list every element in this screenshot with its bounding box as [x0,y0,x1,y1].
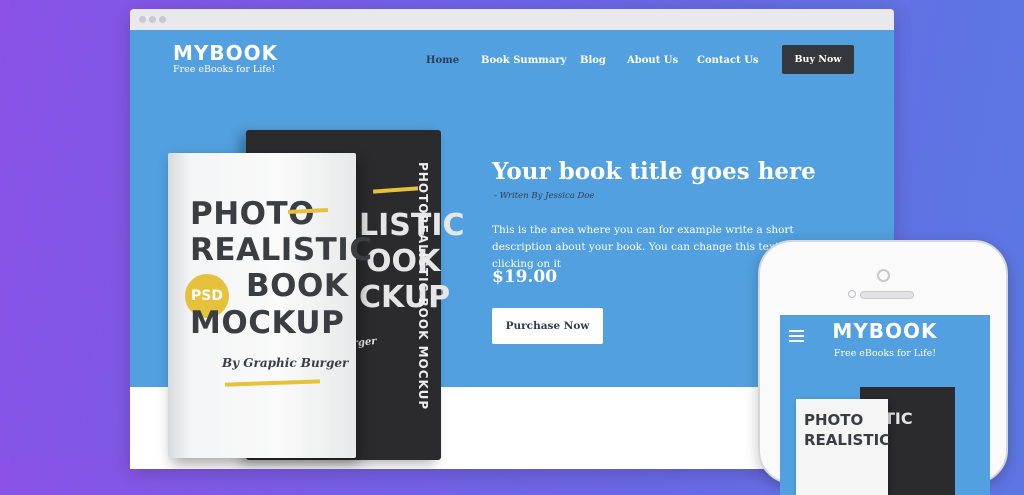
cover-line-book: BOOK [246,268,349,304]
cover-line-photo: PHOTO [190,196,316,232]
hero-author: - Writen By Jessica Doe [494,191,595,201]
purchase-now-button[interactable]: Purchase Now [492,308,603,344]
phone-brand-name[interactable]: MYBOOK [780,319,990,343]
browser-titlebar [130,9,894,30]
brand-name: MYBOOK [173,41,279,65]
speaker-icon [860,291,914,299]
phone-back-cover-text: TIC [884,409,913,428]
phone-cover-line: REALISTIC [804,431,891,449]
nav-about-us[interactable]: About Us [627,55,678,66]
hero-title: Your book title goes here [492,158,816,185]
hero-price: $19.00 [492,267,558,287]
phone-screen: MYBOOK Free eBooks for Life! TIC PHOTO R… [780,315,990,495]
brand-logo[interactable]: MYBOOK Free eBooks for Life! [173,41,278,75]
nav-book-summary[interactable]: Book Summary [481,55,566,66]
phone-cover-line: PHOTO [804,411,864,429]
nav-home[interactable]: Home [426,55,459,66]
phone-mockup: MYBOOK Free eBooks for Life! TIC PHOTO R… [758,240,1008,495]
window-dot-icon[interactable] [149,16,156,23]
phone-brand-tagline: Free eBooks for Life! [833,348,937,359]
sensor-icon [848,290,856,298]
camera-icon [877,269,890,282]
back-cover-line: CKUP [359,280,451,315]
cover-byline: By Graphic Burger [222,356,349,370]
back-cover-line: LISTIC [359,208,465,243]
cover-line-realistic: REALISTIC [190,232,373,268]
nav-contact-us[interactable]: Contact Us [697,55,759,66]
book-spine-text: PHOTOREALISTIC BOOK MOCKUP [416,162,430,411]
nav-blog[interactable]: Blog [580,55,606,66]
window-dot-icon[interactable] [139,16,146,23]
window-dot-icon[interactable] [159,16,166,23]
cover-line-mockup: MOCKUP [190,305,345,341]
buy-now-button[interactable]: Buy Now [782,45,854,74]
brand-tagline: Free eBooks for Life! [173,64,276,75]
